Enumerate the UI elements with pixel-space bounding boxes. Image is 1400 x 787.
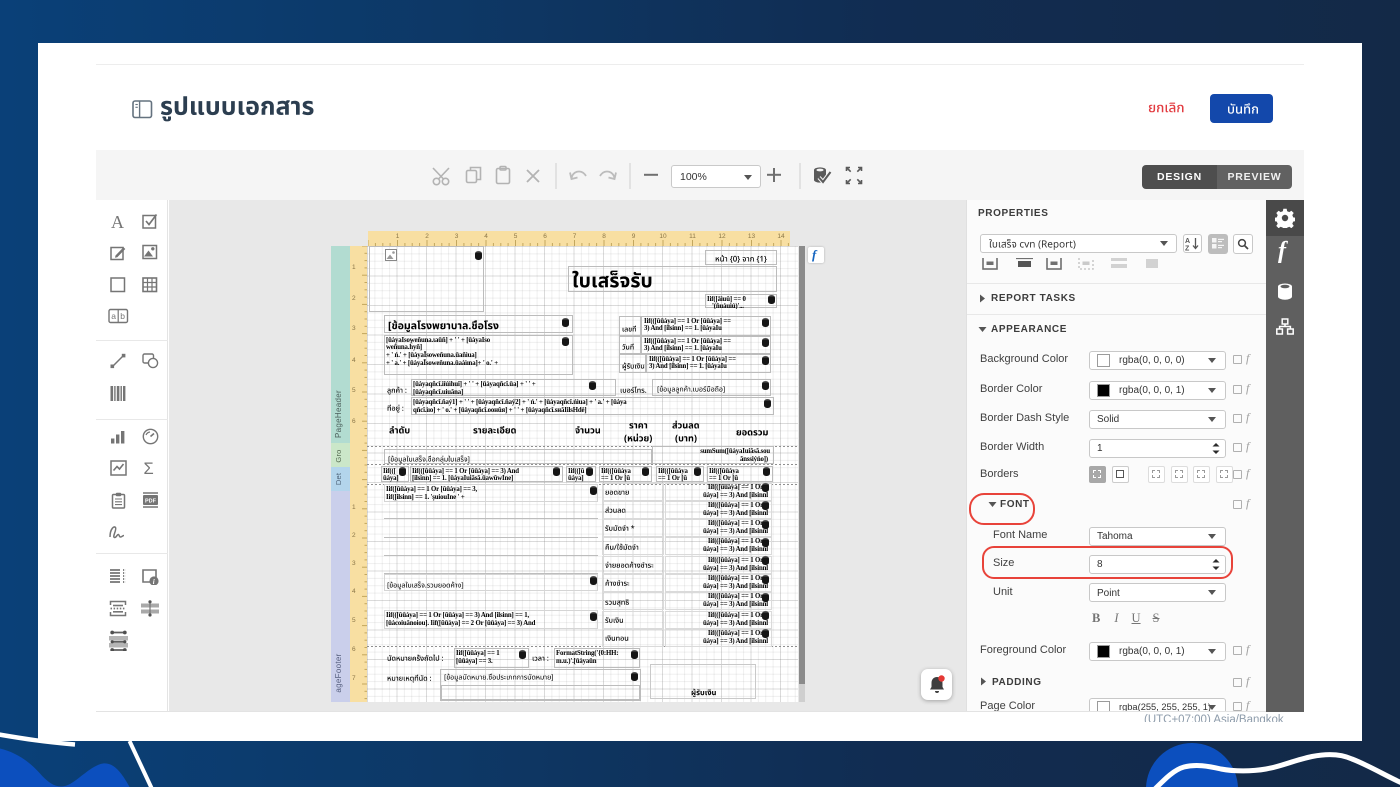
svg-text:b: b (120, 311, 125, 321)
svg-text:A: A (1185, 238, 1190, 245)
svg-text:i: i (153, 577, 155, 584)
svg-text:Z: Z (1185, 246, 1190, 252)
svg-text:a: a (111, 311, 116, 321)
svg-text:PDF: PDF (145, 499, 157, 505)
